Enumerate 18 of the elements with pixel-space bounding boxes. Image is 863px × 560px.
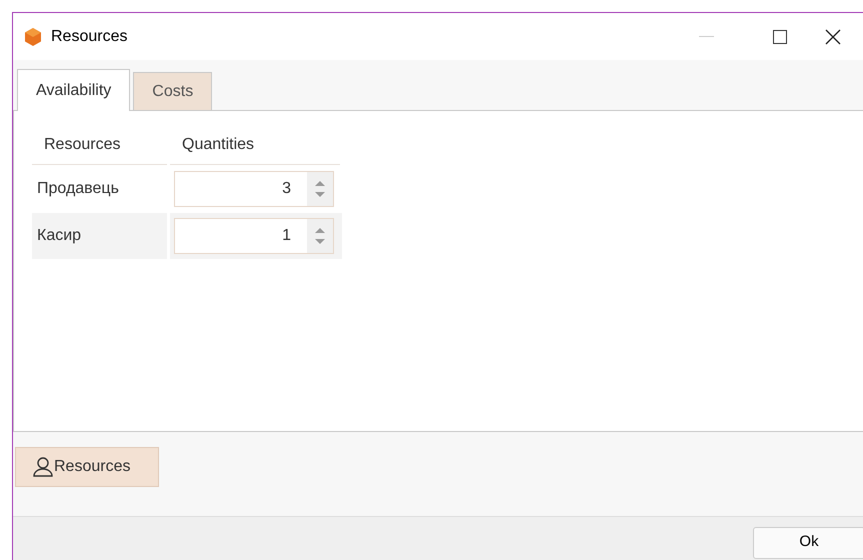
column-header: Resources — [32, 125, 167, 165]
close-icon[interactable] — [825, 28, 841, 44]
app-logo-icon — [23, 26, 43, 46]
quantity-spinner[interactable]: 3 — [174, 170, 334, 206]
tab[interactable]: Availability — [17, 69, 130, 111]
table-cell[interactable]: Продавець — [32, 166, 167, 212]
resources-button[interactable]: Resources — [15, 447, 159, 487]
spin-arrows-icon[interactable] — [307, 218, 333, 252]
table-cell[interactable]: Касир — [32, 212, 167, 258]
column-header: Quantities — [170, 125, 340, 165]
person-icon — [32, 456, 54, 478]
quantity-spinner[interactable]: 1 — [174, 218, 334, 254]
tab[interactable]: Costs — [133, 72, 212, 110]
quantity-value: 1 — [281, 226, 292, 246]
spin-arrows-icon[interactable] — [307, 172, 333, 206]
ok-button[interactable]: Ok — [753, 526, 863, 558]
quantity-value: 3 — [281, 178, 292, 198]
window-title: Resources — [51, 26, 128, 46]
